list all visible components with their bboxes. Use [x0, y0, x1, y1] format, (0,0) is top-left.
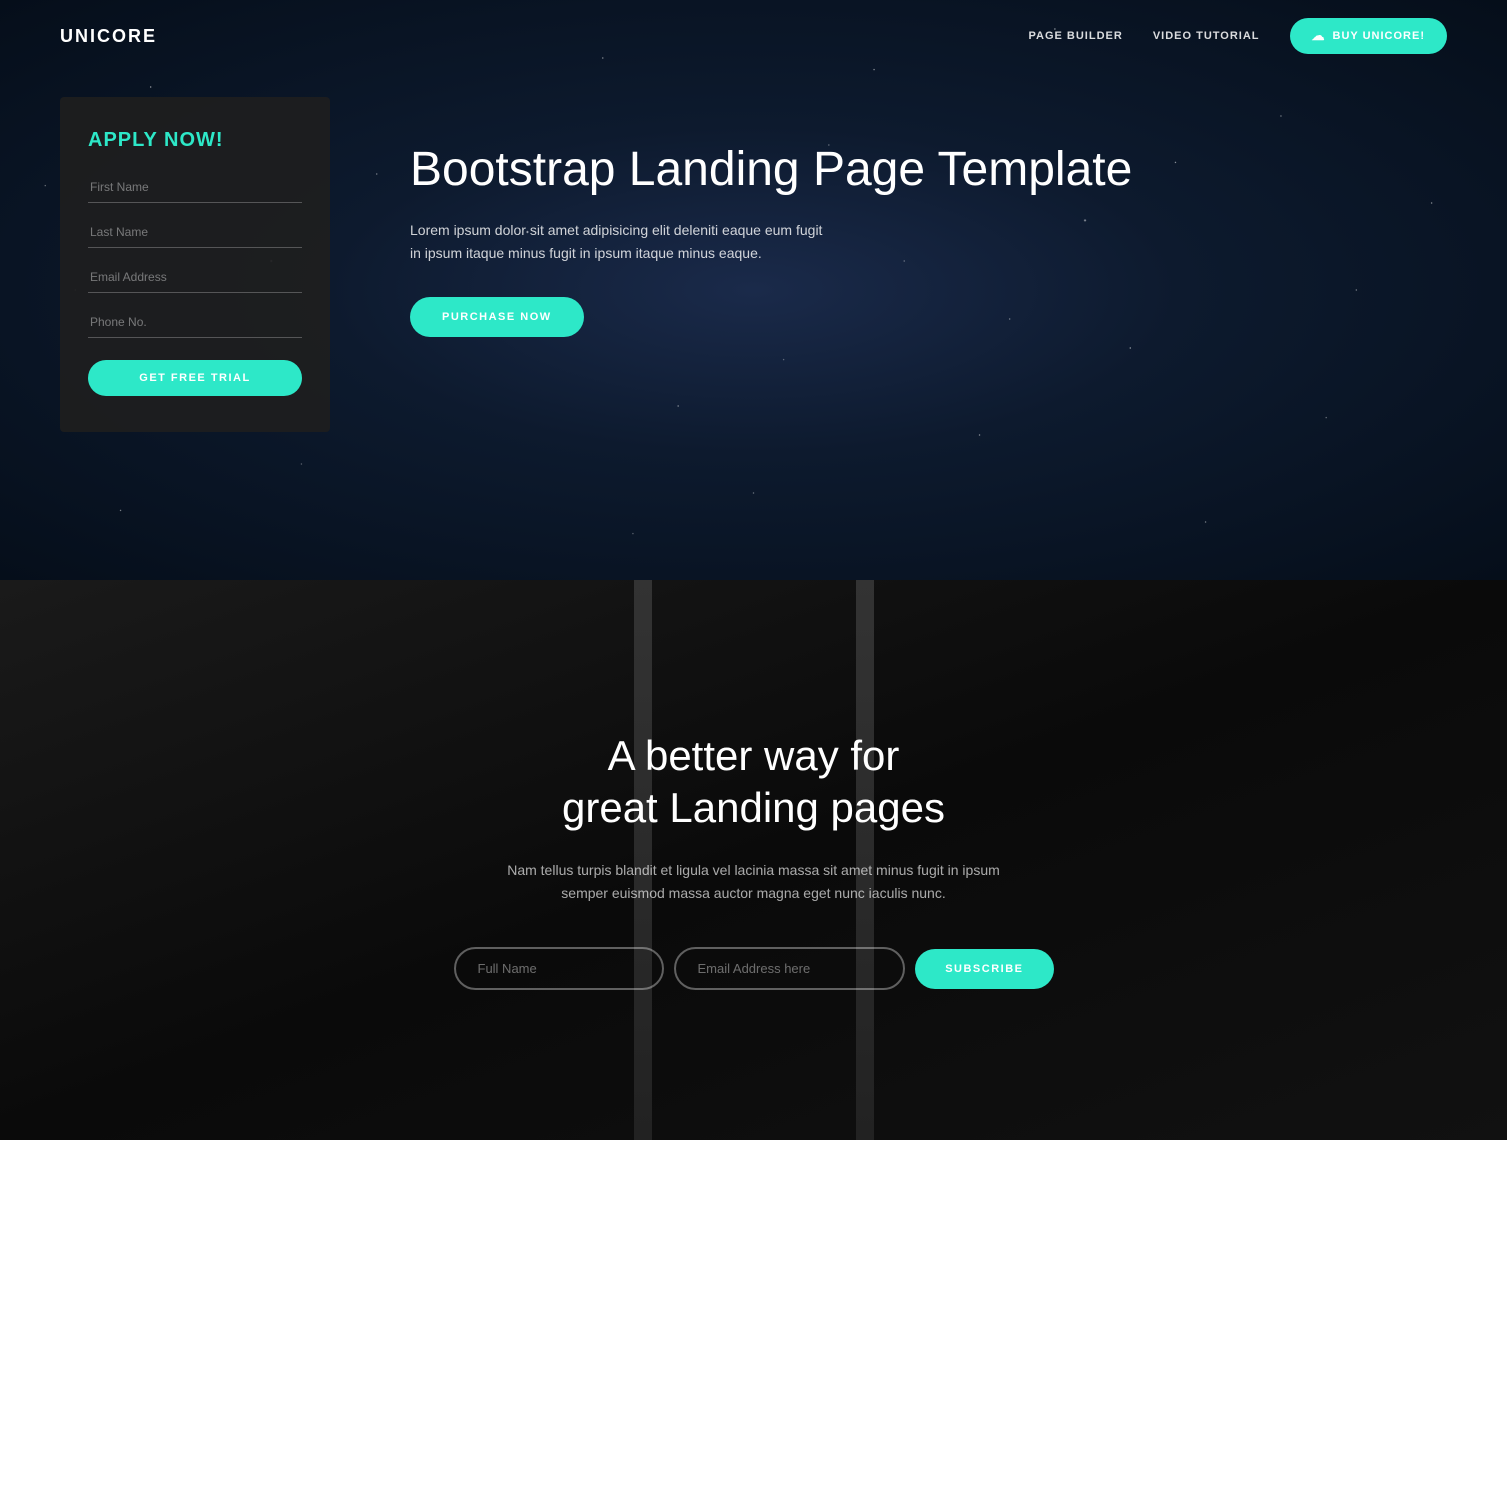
hero-heading: Bootstrap Landing Page Template — [410, 142, 1447, 197]
nav-page-builder[interactable]: PAGE BUILDER — [1029, 30, 1123, 42]
escalator-content: A better way for great Landing pages Nam… — [454, 730, 1054, 990]
subscribe-email-input[interactable] — [674, 947, 906, 990]
escalator-heading-line2: great Landing pages — [562, 784, 945, 831]
buy-button-label: BUY UNICORE! — [1333, 30, 1425, 42]
hero-text-block: Bootstrap Landing Page Template Lorem ip… — [410, 102, 1447, 337]
brand-logo: UNICORE — [60, 26, 157, 47]
escalator-heading-line1: A better way for — [608, 732, 900, 779]
cloud-icon: ☁ — [1312, 28, 1326, 44]
free-trial-button[interactable]: GET FREE TRIAL — [88, 360, 302, 396]
nav-video-tutorial[interactable]: VIDEO TUTORIAL — [1153, 30, 1260, 42]
phone-input[interactable] — [88, 307, 302, 338]
hero-section: UNICORE PAGE BUILDER VIDEO TUTORIAL ☁ BU… — [0, 0, 1507, 580]
hero-content: APPLY NOW! GET FREE TRIAL Bootstrap Land… — [0, 72, 1507, 492]
escalator-description: Nam tellus turpis blandit et ligula vel … — [494, 859, 1014, 905]
hero-description: Lorem ipsum dolor sit amet adipisicing e… — [410, 219, 830, 265]
buy-button[interactable]: ☁ BUY UNICORE! — [1290, 18, 1447, 54]
subscribe-fullname-input[interactable] — [454, 947, 664, 990]
navbar: UNICORE PAGE BUILDER VIDEO TUTORIAL ☁ BU… — [0, 0, 1507, 72]
escalator-section: A better way for great Landing pages Nam… — [0, 580, 1507, 1140]
nav-links: PAGE BUILDER VIDEO TUTORIAL ☁ BUY UNICOR… — [1029, 18, 1448, 54]
last-name-input[interactable] — [88, 217, 302, 248]
escalator-heading: A better way for great Landing pages — [454, 730, 1054, 835]
apply-form-card: APPLY NOW! GET FREE TRIAL — [60, 97, 330, 432]
form-title: APPLY NOW! — [88, 129, 302, 152]
first-name-input[interactable] — [88, 172, 302, 203]
email-input[interactable] — [88, 262, 302, 293]
subscribe-button[interactable]: SUBSCRIBE — [915, 949, 1053, 989]
subscribe-row: SUBSCRIBE — [454, 947, 1054, 990]
purchase-button[interactable]: PURCHASE NOW — [410, 297, 584, 337]
